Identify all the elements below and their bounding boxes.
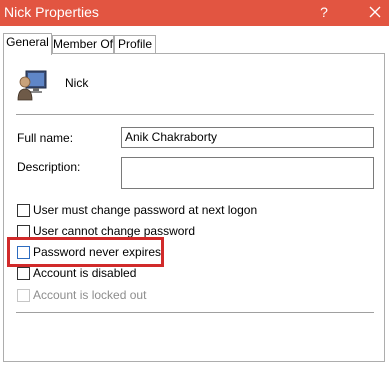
close-button[interactable]	[363, 0, 387, 24]
tab-profile[interactable]: Profile	[114, 35, 156, 54]
checkbox-label[interactable]: Account is disabled	[33, 266, 136, 280]
tab-strip: General Member Of Profile	[0, 26, 389, 55]
tab-general[interactable]: General	[3, 33, 52, 55]
user-icon	[16, 69, 48, 101]
highlight-box	[7, 237, 164, 267]
window-title: Nick Properties	[4, 4, 99, 20]
checkbox-label[interactable]: User must change password at next logon	[33, 203, 257, 217]
checkbox[interactable]	[17, 204, 30, 217]
description-field[interactable]	[121, 157, 374, 189]
user-name: Nick	[65, 76, 89, 90]
checkbox-label: Account is locked out	[33, 288, 147, 302]
full-name-field[interactable]: Anik Chakraborty	[121, 127, 374, 148]
full-name-label: Full name:	[17, 131, 74, 145]
checkbox	[17, 289, 30, 302]
divider	[16, 312, 374, 313]
close-icon	[369, 6, 381, 18]
checkbox-label[interactable]: User cannot change password	[33, 224, 195, 238]
title-bar: Nick Properties ?	[0, 0, 389, 26]
description-label: Description:	[17, 160, 81, 174]
divider	[16, 114, 374, 115]
checkbox[interactable]	[17, 267, 30, 280]
help-button[interactable]: ?	[314, 2, 334, 22]
tab-member-of[interactable]: Member Of	[52, 35, 114, 54]
